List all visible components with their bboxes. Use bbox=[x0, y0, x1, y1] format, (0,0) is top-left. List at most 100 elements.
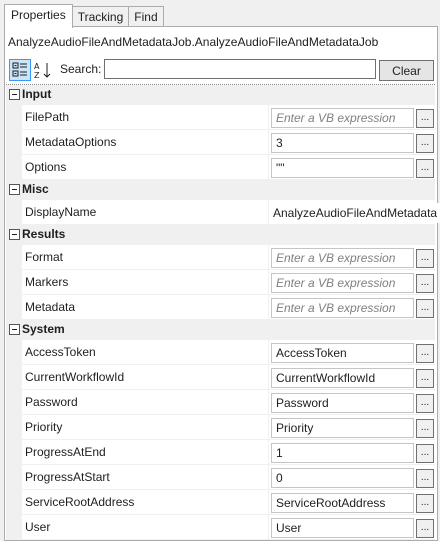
row-gutter bbox=[6, 130, 22, 155]
property-value-display-name[interactable]: AnalyzeAudioFileAndMetadata bbox=[273, 203, 440, 223]
property-name: CurrentWorkflowId bbox=[25, 370, 125, 384]
expression-editor-button[interactable]: ... bbox=[416, 369, 434, 388]
properties-panel: AnalyzeAudioFileAndMetadataJob.AnalyzeAu… bbox=[4, 26, 440, 541]
expression-editor-button[interactable]: ... bbox=[416, 519, 434, 538]
property-value-options[interactable]: "" bbox=[271, 158, 414, 178]
search-label: Search: bbox=[60, 62, 102, 76]
property-name: Password bbox=[25, 395, 78, 409]
row-gutter bbox=[6, 440, 22, 465]
property-row-options: Options ""... bbox=[6, 155, 435, 180]
property-value-progress-at-end[interactable]: 1 bbox=[271, 443, 414, 463]
row-gutter bbox=[6, 365, 22, 390]
property-value-current-workflow-id[interactable]: CurrentWorkflowId bbox=[271, 368, 414, 388]
property-value-access-token[interactable]: AccessToken bbox=[271, 343, 414, 363]
category-input[interactable]: Input bbox=[6, 85, 435, 105]
property-row-priority: Priority Priority... bbox=[6, 415, 435, 440]
expression-editor-button[interactable]: ... bbox=[416, 274, 434, 293]
category-system[interactable]: System bbox=[6, 320, 435, 340]
expression-editor-button[interactable]: ... bbox=[416, 444, 434, 463]
row-gutter bbox=[6, 465, 22, 490]
property-name: User bbox=[25, 520, 51, 534]
svg-text:Z: Z bbox=[34, 71, 40, 79]
categorized-view-button[interactable] bbox=[9, 59, 31, 81]
property-name: DisplayName bbox=[25, 205, 97, 219]
expression-editor-button[interactable]: ... bbox=[416, 249, 434, 268]
category-results[interactable]: Results bbox=[6, 225, 435, 245]
clear-button[interactable]: Clear bbox=[379, 60, 434, 81]
expression-editor-button[interactable]: ... bbox=[416, 394, 434, 413]
collapse-icon[interactable] bbox=[9, 229, 20, 240]
column-divider[interactable] bbox=[268, 415, 269, 439]
category-label: Input bbox=[22, 87, 52, 101]
column-divider[interactable] bbox=[268, 515, 269, 539]
property-row-file-path: FilePath Enter a VB expression... bbox=[6, 105, 435, 130]
type-name-label: AnalyzeAudioFileAndMetadataJob.AnalyzeAu… bbox=[8, 35, 379, 49]
expression-editor-button[interactable]: ... bbox=[416, 109, 434, 128]
property-value-service-root-address[interactable]: ServiceRootAddress bbox=[271, 493, 414, 513]
expression-editor-button[interactable]: ... bbox=[416, 159, 434, 178]
property-name: Priority bbox=[25, 420, 63, 434]
property-row-current-workflow-id: CurrentWorkflowId CurrentWorkflowId... bbox=[6, 365, 435, 390]
property-name: Markers bbox=[25, 275, 69, 289]
property-name: ProgressAtStart bbox=[25, 470, 110, 484]
search-input[interactable] bbox=[104, 59, 376, 79]
expression-editor-button[interactable]: ... bbox=[416, 469, 434, 488]
column-divider[interactable] bbox=[268, 270, 269, 294]
column-divider[interactable] bbox=[268, 390, 269, 414]
alphabetical-view-button[interactable]: A Z bbox=[32, 59, 54, 81]
properties-toolbar: A Z Search: Clear bbox=[8, 59, 435, 81]
expression-editor-button[interactable]: ... bbox=[416, 134, 434, 153]
property-row-user: User User... bbox=[6, 515, 435, 540]
row-gutter bbox=[6, 340, 22, 365]
column-divider[interactable] bbox=[268, 340, 269, 364]
tab-tracking[interactable]: Tracking bbox=[71, 6, 130, 28]
property-name: MetadataOptions bbox=[25, 135, 117, 149]
column-divider[interactable] bbox=[268, 105, 269, 129]
property-row-format: Format Enter a VB expression... bbox=[6, 245, 435, 270]
property-value-format[interactable]: Enter a VB expression bbox=[271, 248, 414, 268]
column-divider[interactable] bbox=[268, 200, 269, 224]
column-divider[interactable] bbox=[268, 130, 269, 154]
column-divider[interactable] bbox=[268, 465, 269, 489]
property-row-display-name: DisplayName AnalyzeAudioFileAndMetadata bbox=[6, 200, 440, 225]
categorized-icon bbox=[12, 62, 27, 77]
column-divider[interactable] bbox=[268, 440, 269, 464]
row-gutter bbox=[6, 155, 22, 180]
property-row-service-root-address: ServiceRootAddress ServiceRootAddress... bbox=[6, 490, 435, 515]
property-row-progress-at-start: ProgressAtStart 0... bbox=[6, 465, 435, 490]
category-label: Misc bbox=[22, 182, 49, 196]
property-value-password[interactable]: Password bbox=[271, 393, 414, 413]
row-gutter bbox=[6, 200, 22, 225]
row-gutter bbox=[6, 415, 22, 440]
property-value-user[interactable]: User bbox=[271, 518, 414, 538]
property-value-priority[interactable]: Priority bbox=[271, 418, 414, 438]
column-divider[interactable] bbox=[268, 295, 269, 319]
column-divider[interactable] bbox=[268, 490, 269, 514]
expression-editor-button[interactable]: ... bbox=[416, 494, 434, 513]
column-divider[interactable] bbox=[268, 155, 269, 179]
category-misc[interactable]: Misc bbox=[6, 180, 435, 200]
expression-editor-button[interactable]: ... bbox=[416, 299, 434, 318]
property-value-markers[interactable]: Enter a VB expression bbox=[271, 273, 414, 293]
property-name: AccessToken bbox=[25, 345, 96, 359]
category-label: Results bbox=[22, 227, 66, 241]
property-name: Format bbox=[25, 250, 64, 264]
column-divider[interactable] bbox=[268, 245, 269, 269]
category-label: System bbox=[22, 322, 65, 336]
collapse-icon[interactable] bbox=[9, 324, 20, 335]
collapse-icon[interactable] bbox=[9, 184, 20, 195]
collapse-icon[interactable] bbox=[9, 89, 20, 100]
property-value-metadata-options[interactable]: 3 bbox=[271, 133, 414, 153]
property-value-progress-at-start[interactable]: 0 bbox=[271, 468, 414, 488]
column-divider[interactable] bbox=[268, 365, 269, 389]
property-name: Metadata bbox=[25, 300, 76, 314]
tab-properties[interactable]: Properties bbox=[4, 4, 73, 28]
row-gutter bbox=[6, 295, 22, 320]
property-value-metadata[interactable]: Enter a VB expression bbox=[271, 298, 414, 318]
expression-editor-button[interactable]: ... bbox=[416, 419, 434, 438]
expression-editor-button[interactable]: ... bbox=[416, 344, 434, 363]
property-grid: Input FilePath Enter a VB expression... Met… bbox=[6, 84, 440, 540]
row-gutter bbox=[6, 105, 22, 130]
property-value-file-path[interactable]: Enter a VB expression bbox=[271, 108, 414, 128]
tab-find[interactable]: Find bbox=[128, 6, 164, 28]
